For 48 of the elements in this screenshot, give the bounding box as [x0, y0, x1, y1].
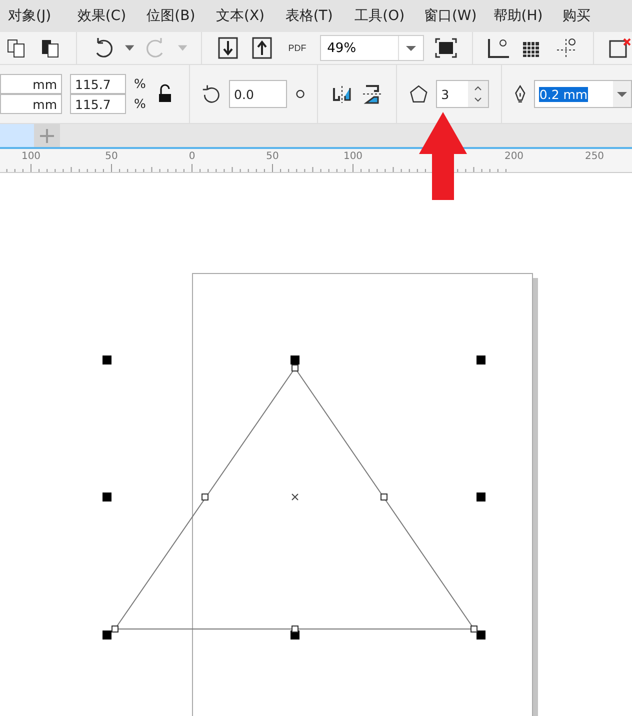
degree-icon [294, 88, 306, 100]
percent-label: % [134, 95, 146, 113]
menu-item[interactable]: 窗口(W) [424, 7, 494, 25]
arrow-up-icon [252, 37, 272, 59]
caret-icon [124, 45, 134, 51]
clipboard-icon [40, 38, 60, 58]
ruler-label: 100 [21, 151, 41, 162]
frame-icon [435, 38, 458, 58]
ruler-label: 250 [584, 151, 604, 162]
size-field[interactable]: mm [0, 74, 62, 94]
arrow-down-icon [218, 37, 238, 59]
mirror-horizontal-icon [330, 84, 352, 104]
ruler-label: 50 [105, 151, 118, 162]
outline-width-dropdown[interactable]: 0.2 mm [534, 80, 632, 108]
menu-item[interactable]: 购买 [562, 7, 632, 25]
ruler-label: 100 [343, 151, 363, 162]
size-field[interactable]: mm [0, 94, 62, 114]
ruler-label: 200 [504, 151, 524, 162]
menu-item[interactable]: 帮助(H) [493, 7, 563, 25]
mirror-vertical-icon [361, 83, 384, 105]
percent-label: % [134, 75, 146, 93]
ruler-icon [487, 37, 512, 59]
menu-item[interactable]: 表格(T) [285, 7, 355, 25]
rotate-icon [202, 83, 222, 105]
caret-icon [178, 45, 188, 51]
menu-item[interactable]: 位图(B) [146, 7, 216, 25]
menu-item[interactable]: 文本(X) [216, 7, 286, 25]
plus-icon [40, 128, 54, 142]
rotation-field[interactable]: 0.0 [229, 80, 287, 108]
import-button[interactable] [216, 35, 240, 61]
menu-item[interactable]: 效果(C) [77, 7, 147, 25]
zoom-dropdown[interactable]: 49% [320, 35, 424, 61]
pdf-button[interactable]: PDF [284, 35, 310, 61]
menu-item[interactable]: 对象(J) [8, 7, 78, 25]
pen-nib-icon [514, 83, 526, 105]
close-icon [608, 37, 632, 59]
lock-icon [157, 84, 174, 104]
ruler-label: 0 [188, 151, 196, 162]
pentagon-icon [408, 83, 428, 105]
copy-icon [6, 38, 26, 58]
scale-field[interactable]: 115.7 [70, 94, 126, 114]
ruler-label: 50 [266, 151, 279, 162]
caret-icon [406, 46, 416, 50]
sides-spinbox[interactable]: 3 [436, 80, 490, 108]
scale-field[interactable]: 115.7 [70, 74, 126, 94]
spinner-arrows-icon [468, 81, 488, 107]
menu-item[interactable]: 工具(O) [354, 7, 424, 25]
export-button[interactable] [250, 35, 274, 61]
